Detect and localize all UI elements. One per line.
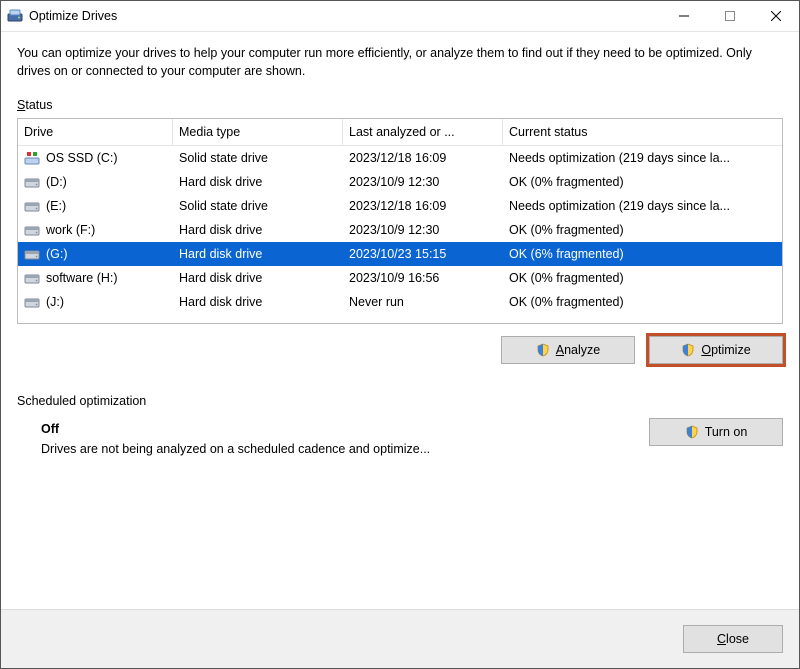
maximize-button[interactable] (707, 1, 753, 31)
scheduled-label: Scheduled optimization (17, 394, 146, 408)
drive-row[interactable]: work (F:) Hard disk drive2023/10/9 12:30O… (18, 218, 782, 242)
drive-name: (G:) (46, 247, 68, 261)
status-label: Status (17, 98, 783, 112)
scheduled-optimization-section: Scheduled optimization Off Drives are no… (17, 394, 783, 462)
drive-status: OK (6% fragmented) (503, 247, 782, 261)
drive-icon (24, 270, 40, 286)
column-header-drive[interactable]: Drive (18, 119, 173, 145)
drive-row[interactable]: software (H:) Hard disk drive2023/10/9 16… (18, 266, 782, 290)
drive-last: 2023/12/18 16:09 (343, 151, 503, 165)
drive-icon (24, 294, 40, 310)
app-icon (7, 8, 23, 24)
drive-media: Hard disk drive (173, 271, 343, 285)
shield-icon (685, 425, 699, 439)
column-header-status[interactable]: Current status (503, 119, 782, 145)
drive-name: (D:) (46, 175, 67, 189)
drive-icon (24, 246, 40, 262)
minimize-button[interactable] (661, 1, 707, 31)
drive-status: OK (0% fragmented) (503, 295, 782, 309)
drive-media: Hard disk drive (173, 175, 343, 189)
optimize-drives-window: Optimize Drives You can optimize your dr… (0, 0, 800, 669)
drive-name: software (H:) (46, 271, 118, 285)
close-window-button[interactable] (753, 1, 799, 31)
drive-last: 2023/12/18 16:09 (343, 199, 503, 213)
turn-on-button[interactable]: Turn on (649, 418, 783, 446)
optimize-button[interactable]: Optimize (649, 336, 783, 364)
drive-row[interactable]: (J:) Hard disk driveNever runOK (0% fragm… (18, 290, 782, 314)
column-header-last[interactable]: Last analyzed or ... (343, 119, 503, 145)
drive-row[interactable]: (G:) Hard disk drive2023/10/23 15:15OK (6… (18, 242, 782, 266)
drive-status: OK (0% fragmented) (503, 271, 782, 285)
drive-status: Needs optimization (219 days since la... (503, 151, 782, 165)
window-title: Optimize Drives (29, 9, 117, 23)
drive-last: 2023/10/9 12:30 (343, 223, 503, 237)
column-header-media[interactable]: Media type (173, 119, 343, 145)
drive-name: OS SSD (C:) (46, 151, 118, 165)
drive-row[interactable]: (E:) Solid state drive2023/12/18 16:09Nee… (18, 194, 782, 218)
drive-row[interactable]: OS SSD (C:) Solid state drive2023/12/18 1… (18, 146, 782, 170)
drive-name: (J:) (46, 295, 64, 309)
drive-media: Hard disk drive (173, 247, 343, 261)
footer: Close (1, 609, 799, 668)
drive-row[interactable]: (D:) Hard disk drive2023/10/9 12:30OK (0%… (18, 170, 782, 194)
drive-media: Solid state drive (173, 199, 343, 213)
drive-icon (24, 150, 40, 166)
shield-icon (681, 343, 695, 357)
shield-icon (536, 343, 550, 357)
drive-last: 2023/10/23 15:15 (343, 247, 503, 261)
drive-last: Never run (343, 295, 503, 309)
analyze-button[interactable]: Analyze (501, 336, 635, 364)
drive-last: 2023/10/9 16:56 (343, 271, 503, 285)
drive-icon (24, 222, 40, 238)
drive-media: Hard disk drive (173, 223, 343, 237)
drive-icon (24, 174, 40, 190)
title-bar: Optimize Drives (1, 1, 799, 32)
intro-text: You can optimize your drives to help you… (17, 44, 783, 80)
drives-list[interactable]: Drive Media type Last analyzed or ... Cu… (17, 118, 783, 324)
drive-media: Hard disk drive (173, 295, 343, 309)
drive-media: Solid state drive (173, 151, 343, 165)
drive-icon (24, 198, 40, 214)
drive-status: OK (0% fragmented) (503, 223, 782, 237)
drive-status: Needs optimization (219 days since la... (503, 199, 782, 213)
drive-status: OK (0% fragmented) (503, 175, 782, 189)
drive-name: work (F:) (46, 223, 95, 237)
close-button[interactable]: Close (683, 625, 783, 653)
column-headers: Drive Media type Last analyzed or ... Cu… (18, 119, 782, 146)
drive-last: 2023/10/9 12:30 (343, 175, 503, 189)
drive-name: (E:) (46, 199, 66, 213)
